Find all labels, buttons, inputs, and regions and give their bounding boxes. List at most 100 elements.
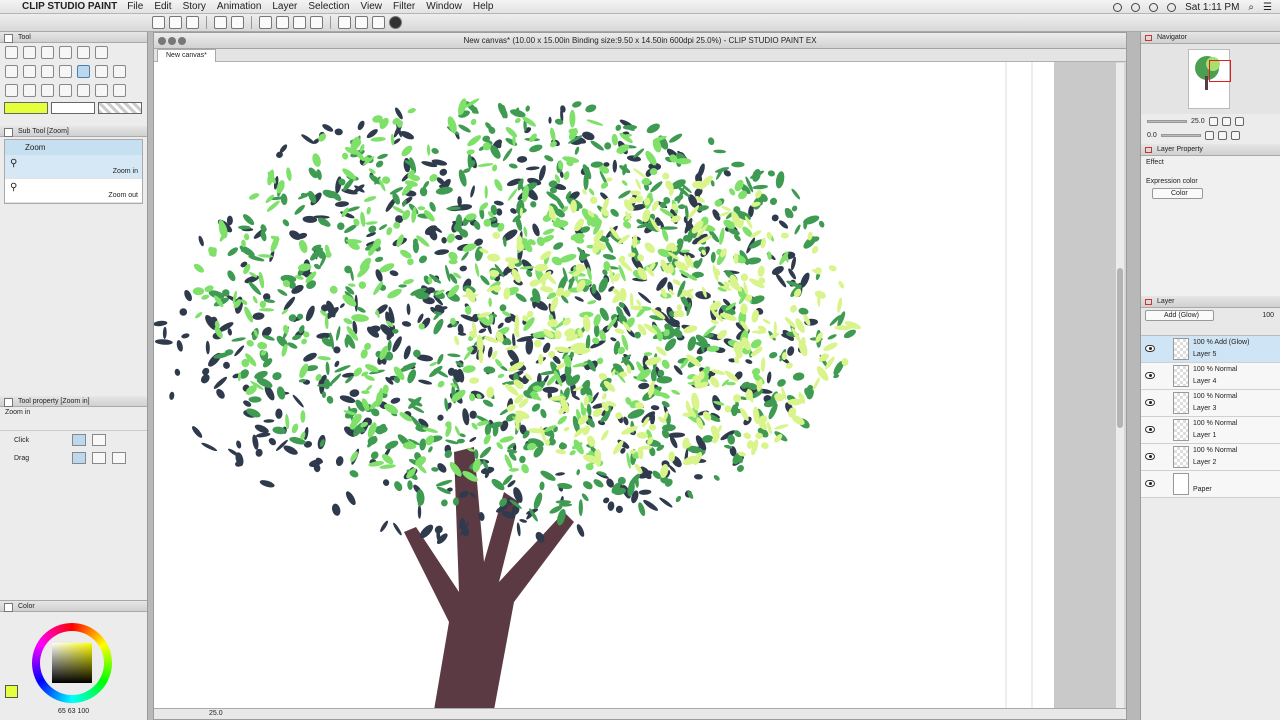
brush-icon[interactable]	[41, 65, 54, 78]
eye-icon[interactable]	[1145, 453, 1155, 460]
airbrush-icon[interactable]	[95, 65, 108, 78]
canvas-tab[interactable]: New canvas*	[157, 49, 216, 62]
menu-story[interactable]: Story	[183, 1, 206, 12]
clear-icon[interactable]	[259, 16, 272, 29]
color-square[interactable]	[52, 643, 92, 683]
zoom-in-toggle[interactable]	[72, 434, 86, 446]
eyedropper-icon[interactable]	[41, 46, 54, 59]
layer-row[interactable]: 100 % Add (Glow) Layer 5	[1141, 336, 1280, 363]
expression-color-dropdown[interactable]: Color	[1152, 188, 1203, 199]
redo-icon[interactable]	[231, 16, 244, 29]
frame-icon[interactable]	[59, 84, 72, 97]
text-icon[interactable]	[77, 84, 90, 97]
color-wheel[interactable]	[32, 623, 112, 703]
pen-icon[interactable]	[5, 65, 18, 78]
gradient-icon[interactable]	[23, 84, 36, 97]
drag-mode-2[interactable]	[92, 452, 106, 464]
layer-property-tab[interactable]: Layer Property	[1141, 144, 1280, 156]
menu-edit[interactable]: Edit	[154, 1, 171, 12]
layer-tab[interactable]: Layer	[1141, 296, 1280, 308]
snap-ruler-icon[interactable]	[355, 16, 368, 29]
menu-window[interactable]: Window	[426, 1, 462, 12]
drag-mode-1[interactable]	[72, 452, 86, 464]
scroll-thumb[interactable]	[1117, 268, 1123, 428]
operation-icon[interactable]	[59, 46, 72, 59]
rotate-slider[interactable]	[1160, 133, 1201, 137]
correct-line-icon[interactable]	[113, 84, 126, 97]
menu-file[interactable]: File	[127, 1, 143, 12]
eye-icon[interactable]	[1145, 345, 1155, 352]
zoom-tool-icon[interactable]	[77, 65, 90, 78]
deselect-icon[interactable]	[293, 16, 306, 29]
hand-icon[interactable]	[95, 46, 108, 59]
move-tool-icon[interactable]	[23, 46, 36, 59]
nav-rotate-value[interactable]: 0.0	[1147, 132, 1157, 139]
transform-icon[interactable]	[276, 16, 289, 29]
zoom-value[interactable]: 25.0	[209, 710, 223, 717]
zoom-in-icon[interactable]	[1208, 116, 1218, 126]
menu-view[interactable]: View	[361, 1, 383, 12]
clock[interactable]: Sat 1:11 PM	[1185, 2, 1239, 13]
eye-icon[interactable]	[1145, 372, 1155, 379]
figure-icon[interactable]	[41, 84, 54, 97]
snap-grid-icon[interactable]	[372, 16, 385, 29]
subtool-item[interactable]: ⚲ Zoom in	[5, 155, 142, 179]
undo-icon[interactable]	[214, 16, 227, 29]
menu-layer[interactable]: Layer	[272, 1, 297, 12]
zoom-window-icon[interactable]	[178, 37, 186, 45]
eye-icon[interactable]	[1145, 426, 1155, 433]
tool-property-tab[interactable]: Tool property [Zoom in]	[0, 396, 147, 407]
eraser-icon[interactable]	[59, 65, 72, 78]
lasso-icon[interactable]	[77, 46, 90, 59]
flip-icon[interactable]	[1230, 130, 1240, 140]
tool-tab[interactable]: Tool	[0, 32, 147, 43]
crop-icon[interactable]	[310, 16, 323, 29]
navigator-preview[interactable]	[1141, 44, 1280, 114]
color-tab[interactable]: Color	[0, 601, 147, 612]
main-color-swatch[interactable]	[4, 102, 48, 114]
help-icon[interactable]	[389, 16, 402, 29]
status-icon[interactable]	[1113, 2, 1123, 12]
eye-icon[interactable]	[1145, 399, 1155, 406]
rotate-right-icon[interactable]	[1217, 130, 1227, 140]
menu-animation[interactable]: Animation	[217, 1, 261, 12]
pencil-icon[interactable]	[23, 65, 36, 78]
zoom-out-toggle[interactable]	[92, 434, 106, 446]
current-color-swatch[interactable]	[5, 685, 18, 698]
wifi-icon[interactable]	[1167, 2, 1177, 12]
decoration-icon[interactable]	[113, 65, 126, 78]
vertical-scrollbar[interactable]	[1116, 63, 1124, 709]
blend-mode-dropdown[interactable]: Add (Glow)	[1145, 310, 1215, 321]
nav-zoom-value[interactable]: 25.0	[1191, 118, 1205, 125]
rotate-left-icon[interactable]	[1204, 130, 1214, 140]
status-icon[interactable]	[1131, 2, 1141, 12]
fill-icon[interactable]	[5, 84, 18, 97]
paper[interactable]	[154, 62, 1054, 710]
subtool-item[interactable]: ⚲ Zoom out	[5, 179, 142, 203]
sub-color-swatch[interactable]	[51, 102, 95, 114]
view-frame[interactable]	[1209, 60, 1231, 82]
open-icon[interactable]	[169, 16, 182, 29]
close-icon[interactable]	[158, 37, 166, 45]
minimize-icon[interactable]	[168, 37, 176, 45]
menu-help[interactable]: Help	[473, 1, 494, 12]
opacity-value[interactable]: 100	[1262, 312, 1274, 319]
layer-row[interactable]: 100 % Normal Layer 2	[1141, 444, 1280, 471]
effect-buttons[interactable]	[1146, 166, 1275, 178]
transparent-swatch[interactable]	[98, 102, 142, 114]
balloon-icon[interactable]	[95, 84, 108, 97]
snap-icon[interactable]	[338, 16, 351, 29]
canvas-area[interactable]	[154, 62, 1116, 710]
subtool-tab[interactable]: Sub Tool [Zoom]	[0, 126, 147, 137]
layer-row[interactable]: 100 % Normal Layer 1	[1141, 417, 1280, 444]
selection-tool-icon[interactable]	[5, 46, 18, 59]
zoom-out-icon[interactable]	[1221, 116, 1231, 126]
layer-row[interactable]: 100 % Normal Layer 4	[1141, 363, 1280, 390]
new-file-icon[interactable]	[152, 16, 165, 29]
subtool-group[interactable]: Zoom	[5, 140, 142, 155]
fit-icon[interactable]	[1234, 116, 1244, 126]
menu-selection[interactable]: Selection	[308, 1, 349, 12]
layer-row[interactable]: 100 % Normal Layer 3	[1141, 390, 1280, 417]
menu-icon[interactable]: ☰	[1263, 2, 1272, 13]
layer-row[interactable]: Paper	[1141, 471, 1280, 498]
